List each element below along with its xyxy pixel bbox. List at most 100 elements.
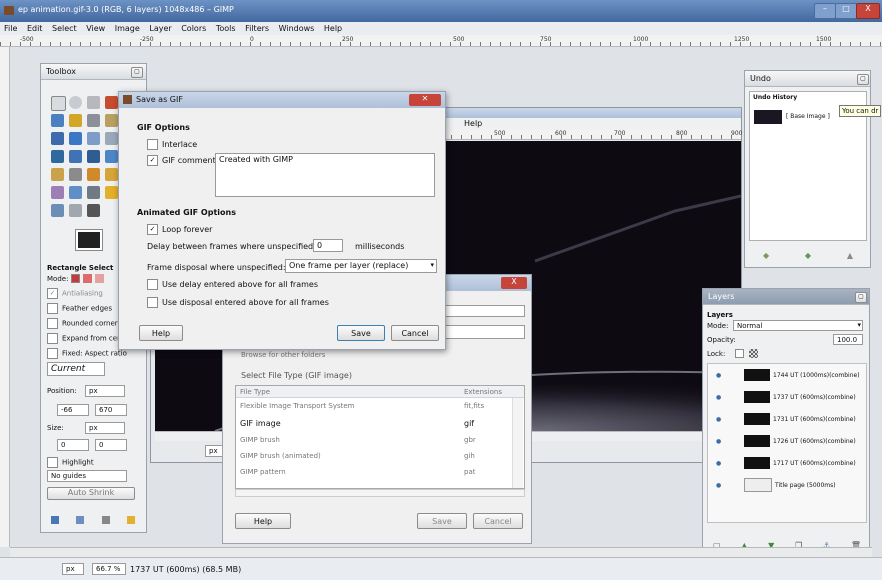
col-file-type[interactable]: File Type [240, 388, 270, 396]
save-options-icon[interactable] [51, 516, 59, 524]
eraser-icon[interactable] [51, 186, 64, 199]
mode-add-icon[interactable] [83, 274, 92, 283]
gif-save-button[interactable]: Save [337, 325, 385, 341]
layer-row[interactable]: ● 1737 UT (600ms)(combine) [708, 388, 866, 406]
menu-help[interactable]: Help [324, 24, 342, 33]
minimize-button[interactable]: – [814, 3, 836, 19]
main-hscrollbar[interactable] [10, 547, 872, 557]
highlight-checkbox[interactable] [47, 457, 58, 468]
pencil-icon[interactable] [87, 168, 100, 181]
size-h-field[interactable]: 0 [95, 439, 127, 451]
use-disposal-checkbox[interactable] [147, 297, 158, 308]
highlight-row[interactable]: Highlight [47, 457, 94, 468]
export-help-button[interactable]: Help [235, 513, 291, 529]
lasso-icon[interactable] [87, 96, 100, 109]
eye-icon[interactable]: ● [716, 416, 726, 423]
layers-close-button[interactable]: ▢ [855, 292, 867, 303]
position-unit-select[interactable]: px [85, 385, 125, 397]
guides-select[interactable]: No guides [47, 470, 127, 482]
menu-edit[interactable]: Edit [27, 24, 43, 33]
rect-select-icon[interactable] [51, 96, 66, 111]
mode-replace-icon[interactable] [71, 274, 80, 283]
antialias-row[interactable]: ✓ Antialiasing [47, 288, 103, 299]
mode-subtract-icon[interactable] [95, 274, 104, 283]
loop-row[interactable]: ✓ Loop forever [147, 224, 212, 235]
layer-row[interactable]: ● Title page (5000ms) [708, 476, 866, 494]
zoom-icon[interactable] [105, 114, 118, 127]
redo-step-icon[interactable]: ◆ [805, 251, 811, 260]
maximize-button[interactable]: □ [835, 3, 857, 19]
restore-options-icon[interactable] [76, 516, 85, 524]
table-hscrollbar[interactable] [235, 489, 525, 497]
fixed-checkbox[interactable] [47, 348, 58, 359]
fixed-row[interactable]: Fixed: Aspect ratio [47, 348, 127, 359]
comment-checkbox[interactable]: ✓ [147, 155, 158, 166]
opacity-spinner[interactable]: 100.0 [833, 334, 863, 345]
airbrush-icon[interactable] [69, 186, 82, 199]
table-row-selected[interactable]: GIF image gif [236, 416, 512, 432]
toolbox-close-button[interactable]: ▢ [131, 67, 143, 78]
layers-mode-select[interactable]: Normal ▾ [733, 320, 863, 331]
dodge-icon[interactable] [51, 204, 64, 217]
position-y-field[interactable]: 670 [95, 404, 127, 416]
comment-row[interactable]: ✓ GIF comment: [147, 155, 218, 166]
undo-close-button[interactable]: ▢ [857, 74, 869, 85]
paintbrush-icon[interactable] [105, 168, 118, 181]
lock-alpha-checkbox[interactable] [735, 349, 744, 358]
rotate-icon[interactable] [69, 150, 82, 163]
menu-layer[interactable]: Layer [149, 24, 171, 33]
delay-spinner[interactable]: 0 [313, 239, 343, 252]
table-row[interactable]: GIMP brush gbr [236, 434, 512, 448]
export-close-button[interactable]: X [501, 277, 527, 289]
menu-image[interactable]: Image [115, 24, 140, 33]
menu-windows[interactable]: Windows [279, 24, 315, 33]
table-row[interactable]: GIMP brush (animated) gih [236, 450, 512, 464]
use-delay-checkbox[interactable] [147, 279, 158, 290]
interlace-row[interactable]: Interlace [147, 139, 197, 150]
reset-options-icon[interactable] [126, 516, 135, 524]
feather-row[interactable]: Feather edges [47, 303, 112, 314]
ellipse-select-icon[interactable] [69, 96, 82, 109]
fuzzy-select-icon[interactable] [105, 96, 118, 109]
gif-help-button[interactable]: Help [139, 325, 183, 341]
menu-file[interactable]: File [4, 24, 17, 33]
eye-icon[interactable]: ● [716, 438, 726, 445]
scale-icon[interactable] [87, 150, 100, 163]
undo-step-icon[interactable]: ◆ [763, 251, 769, 260]
delete-options-icon[interactable] [101, 516, 110, 524]
current-field[interactable]: Current [47, 362, 105, 376]
blend-icon[interactable] [69, 168, 82, 181]
clone-icon[interactable] [87, 186, 100, 199]
position-x-field[interactable]: -66 [57, 404, 89, 416]
heal-icon[interactable] [105, 186, 118, 199]
interlace-checkbox[interactable] [147, 139, 158, 150]
menu-filters[interactable]: Filters [245, 24, 269, 33]
table-vscrollbar[interactable] [512, 398, 523, 488]
eye-icon[interactable]: ● [716, 372, 726, 379]
rounded-row[interactable]: Rounded corners [47, 318, 121, 329]
close-button[interactable]: X [856, 3, 880, 19]
gif-close-button[interactable]: ✕ [409, 94, 441, 106]
ink-icon[interactable] [87, 204, 100, 217]
menu-select[interactable]: Select [52, 24, 77, 33]
menu-view[interactable]: View [86, 24, 105, 33]
smudge-icon[interactable] [69, 204, 82, 217]
menu-colors[interactable]: Colors [181, 24, 206, 33]
rounded-checkbox[interactable] [47, 318, 58, 329]
bucket-fill-icon[interactable] [51, 168, 64, 181]
col-extensions[interactable]: Extensions [464, 388, 502, 396]
size-unit-select[interactable]: px [85, 422, 125, 434]
crop-icon[interactable] [51, 150, 64, 163]
export-save-button[interactable]: Save [417, 513, 467, 529]
align-icon[interactable] [87, 132, 100, 145]
image-menu-help[interactable]: Help [464, 119, 482, 128]
eye-icon[interactable]: ● [716, 482, 726, 489]
use-disposal-row[interactable]: Use disposal entered above for all frame… [147, 297, 329, 308]
layer-row[interactable]: ● 1731 UT (600ms)(combine) [708, 410, 866, 428]
scissors-icon[interactable] [51, 114, 64, 127]
feather-checkbox[interactable] [47, 303, 58, 314]
comment-textarea[interactable]: Created with GIMP [215, 153, 435, 197]
auto-shrink-button[interactable]: Auto Shrink [47, 487, 135, 500]
paths-icon[interactable] [69, 114, 82, 127]
layer-row[interactable]: ● 1744 UT (1000ms)(combine) [708, 366, 866, 384]
